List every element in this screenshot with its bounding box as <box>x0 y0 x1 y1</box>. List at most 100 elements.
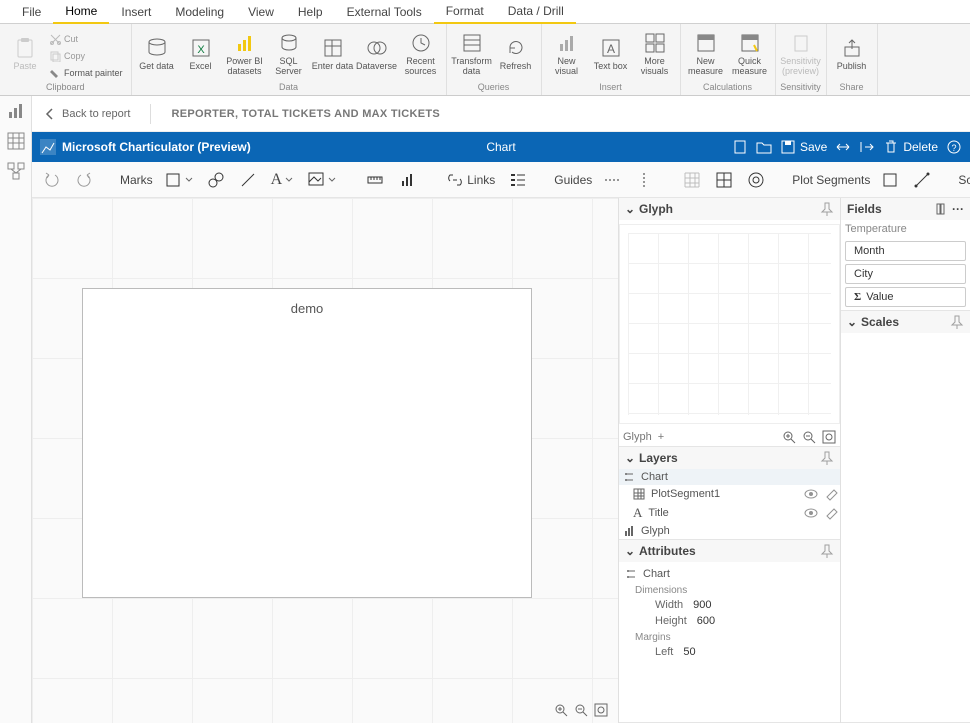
mark-icon-button[interactable] <box>304 169 339 191</box>
attr-height[interactable]: Height600 <box>625 613 834 629</box>
redo-button[interactable] <box>72 169 96 191</box>
pbi-datasets-button[interactable]: Power BI datasets <box>224 26 266 82</box>
pin-icon[interactable] <box>820 544 834 558</box>
menu-tab-externaltools[interactable]: External Tools <box>335 1 434 23</box>
nested-chart-button[interactable] <box>395 169 419 191</box>
guide-grid2-button[interactable] <box>712 169 736 191</box>
menu-tab-datadrill[interactable]: Data / Drill <box>496 0 576 24</box>
canvas[interactable]: demo <box>32 198 618 723</box>
menu-tab-modeling[interactable]: Modeling <box>163 1 236 23</box>
copy-button[interactable]: Copy <box>50 48 123 64</box>
mark-symbol-button[interactable] <box>204 169 228 191</box>
svg-text:X: X <box>197 44 205 56</box>
get-data-button[interactable]: Get data <box>136 26 178 82</box>
glyph-editor[interactable] <box>619 224 840 424</box>
delete-button[interactable]: Delete <box>883 139 938 155</box>
new-button[interactable] <box>732 139 748 155</box>
guide-polar-button[interactable] <box>744 169 768 191</box>
layer-plotsegment[interactable]: PlotSegment1 <box>619 485 840 503</box>
data-view-icon[interactable] <box>7 132 25 150</box>
recent-sources-button[interactable]: Recent sources <box>400 26 442 82</box>
cut-button[interactable]: Cut <box>50 31 123 47</box>
menu-tab-format[interactable]: Format <box>434 0 496 24</box>
attr-root: Chart <box>625 566 834 582</box>
help-icon[interactable]: ? <box>946 139 962 155</box>
layer-title[interactable]: ATitle <box>619 503 840 523</box>
chevron-down-icon[interactable]: ⌄ <box>625 202 635 216</box>
field-value[interactable]: ΣValue <box>845 287 966 307</box>
excel-button[interactable]: XExcel <box>180 26 222 82</box>
eye-icon[interactable] <box>804 506 818 520</box>
guide-horiz-button[interactable] <box>600 169 624 191</box>
zoom-in-icon[interactable] <box>782 430 796 444</box>
zoom-fit-icon[interactable] <box>594 703 608 717</box>
report-view-icon[interactable] <box>7 102 25 120</box>
back-to-report-button[interactable]: Back to report <box>44 108 130 120</box>
sensitivity-button[interactable]: Sensitivity (preview) <box>780 26 822 82</box>
eye-icon[interactable] <box>804 487 818 501</box>
new-visual-button[interactable]: New visual <box>546 26 588 82</box>
undo-button[interactable] <box>40 169 64 191</box>
model-view-icon[interactable] <box>7 162 25 180</box>
eraser-icon[interactable] <box>824 506 838 520</box>
guide-vert-button[interactable] <box>632 169 656 191</box>
marks-label: Marks <box>120 173 153 187</box>
image-icon <box>307 171 325 189</box>
eraser-icon[interactable] <box>824 487 838 501</box>
zoom-fit-icon[interactable] <box>822 430 836 444</box>
menu-tab-help[interactable]: Help <box>286 1 335 23</box>
chevron-down-icon[interactable]: ⌄ <box>847 315 857 329</box>
mark-text-button[interactable]: A <box>268 169 297 191</box>
columns-icon[interactable] <box>936 203 948 215</box>
legend-button[interactable] <box>506 169 530 191</box>
mark-rect-button[interactable] <box>161 169 196 191</box>
zoom-out-icon[interactable] <box>574 703 588 717</box>
paste-button[interactable]: Paste <box>4 26 46 82</box>
layer-glyph[interactable]: Glyph <box>619 523 840 539</box>
quick-measure-button[interactable]: Quick measure <box>729 26 771 82</box>
menu-tab-view[interactable]: View <box>236 1 286 23</box>
mark-line-button[interactable] <box>236 169 260 191</box>
chevron-down-icon <box>285 176 293 184</box>
attr-left[interactable]: Left50 <box>625 644 834 660</box>
menu-tab-home[interactable]: Home <box>53 0 109 24</box>
transform-data-button[interactable]: Transform data <box>451 26 493 82</box>
enter-data-button[interactable]: Enter data <box>312 26 354 82</box>
new-measure-button[interactable]: New measure <box>685 26 727 82</box>
field-month[interactable]: Month <box>845 241 966 261</box>
attr-width[interactable]: Width900 <box>625 597 834 613</box>
chart-title-text[interactable]: demo <box>83 289 531 316</box>
pin-icon[interactable] <box>950 315 964 329</box>
add-glyph-button[interactable]: + <box>658 431 664 443</box>
guide-grid1-button[interactable] <box>680 169 704 191</box>
dataverse-button[interactable]: Dataverse <box>356 26 398 82</box>
pin-icon[interactable] <box>820 451 834 465</box>
chevron-down-icon[interactable]: ⌄ <box>625 451 635 465</box>
zoom-out-icon[interactable] <box>802 430 816 444</box>
field-city[interactable]: City <box>845 264 966 284</box>
undo-redo-icon[interactable] <box>835 139 851 155</box>
refresh-button[interactable]: Refresh <box>495 26 537 82</box>
attributes-panel: ⌄Attributes Chart Dimensions Width900 He… <box>619 540 840 723</box>
layer-chart[interactable]: Chart <box>619 469 840 485</box>
links-button[interactable]: Links <box>443 169 498 191</box>
plotseg-label: Plot Segments <box>792 173 870 187</box>
more-visuals-button[interactable]: More visuals <box>634 26 676 82</box>
publish-button[interactable]: Publish <box>831 26 873 82</box>
data-axis-button[interactable] <box>363 169 387 191</box>
menu-tab-file[interactable]: File <box>10 1 53 23</box>
save-button[interactable]: Save <box>780 139 827 155</box>
chart-canvas-rect[interactable]: demo <box>82 288 532 598</box>
chevron-down-icon[interactable]: ⌄ <box>625 544 635 558</box>
sql-server-button[interactable]: SQL Server <box>268 26 310 82</box>
fit-width-icon[interactable] <box>859 139 875 155</box>
plotseg-line-button[interactable] <box>910 169 934 191</box>
text-box-button[interactable]: AText box <box>590 26 632 82</box>
plotseg-region-button[interactable] <box>878 169 902 191</box>
menu-tab-insert[interactable]: Insert <box>109 1 163 23</box>
open-button[interactable] <box>756 139 772 155</box>
more-icon[interactable]: ··· <box>952 202 964 216</box>
pin-icon[interactable] <box>820 202 834 216</box>
format-painter-button[interactable]: Format painter <box>50 65 123 81</box>
zoom-in-icon[interactable] <box>554 703 568 717</box>
